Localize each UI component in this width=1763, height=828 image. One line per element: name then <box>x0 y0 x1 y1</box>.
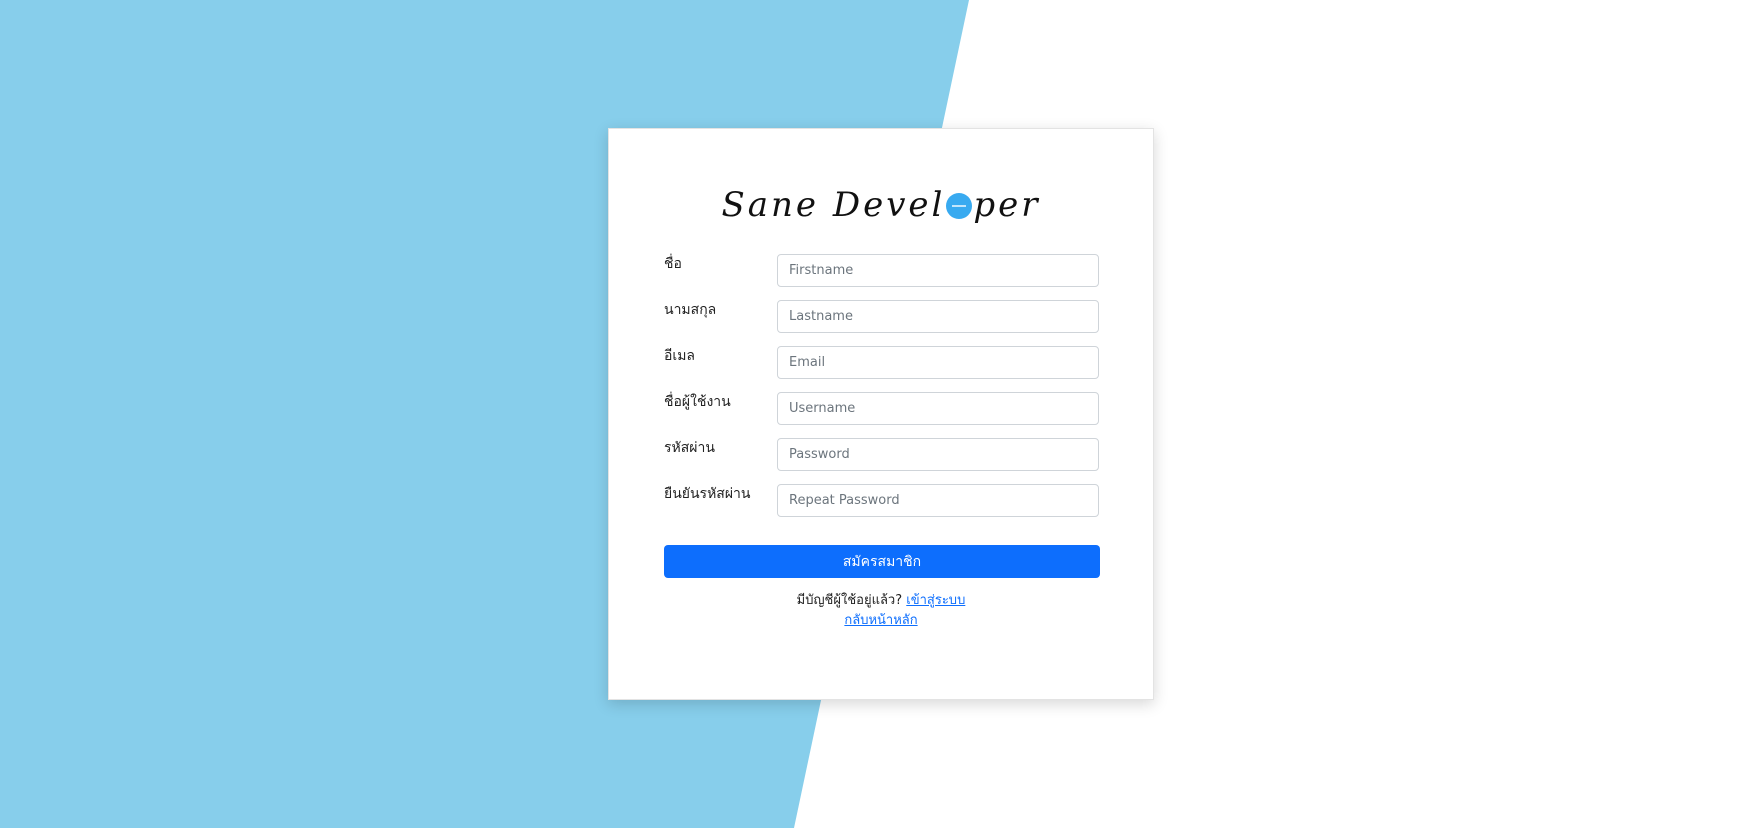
logo-dot-icon <box>946 193 973 219</box>
lastname-input[interactable] <box>777 300 1099 333</box>
username-input[interactable] <box>777 392 1099 425</box>
firstname-input[interactable] <box>777 254 1099 287</box>
register-card: Sane Devel per ชื่อ นามสกุล อีเมล ชื่อผู้… <box>608 128 1154 700</box>
site-logo: Sane Devel per <box>609 181 1153 229</box>
lastname-row: นามสกุล <box>664 300 1100 334</box>
repeat-password-row: ยืนยันรหัสผ่าน <box>664 484 1100 518</box>
home-link[interactable]: กลับหน้าหลัก <box>844 613 917 628</box>
lastname-label: นามสกุล <box>664 302 717 318</box>
password-row: รหัสผ่าน <box>664 438 1100 472</box>
email-row: อีเมล <box>664 346 1100 380</box>
register-button[interactable]: สมัครสมาชิก <box>664 545 1100 578</box>
username-row: ชื่อผู้ใช้งาน <box>664 392 1100 426</box>
username-label: ชื่อผู้ใช้งาน <box>664 394 731 410</box>
have-account-text: มีบัญชีผู้ใช้อยู่แล้ว? <box>796 593 903 608</box>
login-link[interactable]: เข้าสู่ระบบ <box>906 593 965 608</box>
logo-text-after: per <box>973 185 1041 225</box>
home-link-row: กลับหน้าหลัก <box>609 611 1153 631</box>
email-input[interactable] <box>777 346 1099 379</box>
logo-text: Sane Devel per <box>721 181 1040 229</box>
repeat-password-input[interactable] <box>777 484 1099 517</box>
email-label: อีเมล <box>664 348 696 364</box>
logo-text-before: Sane Devel <box>721 185 946 225</box>
repeat-password-label: ยืนยันรหัสผ่าน <box>664 486 751 502</box>
firstname-row: ชื่อ <box>664 254 1100 288</box>
footer-links: มีบัญชีผู้ใช้อยู่แล้ว? เข้าสู่ระบบ กลับห… <box>609 591 1153 631</box>
password-input[interactable] <box>777 438 1099 471</box>
password-label: รหัสผ่าน <box>664 440 715 456</box>
firstname-label: ชื่อ <box>664 256 682 272</box>
login-prompt: มีบัญชีผู้ใช้อยู่แล้ว? เข้าสู่ระบบ <box>609 591 1153 611</box>
